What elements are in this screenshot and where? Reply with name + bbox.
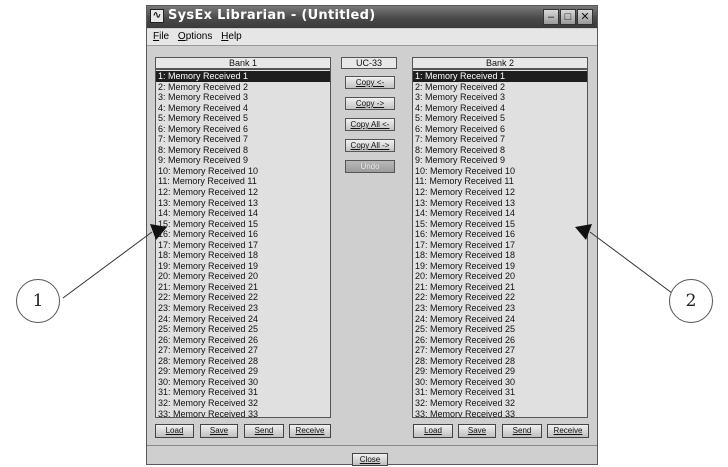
callout-2-arrowhead bbox=[575, 224, 592, 240]
callout-1: 1 bbox=[16, 279, 60, 323]
callout-2-leader bbox=[589, 231, 677, 297]
callout-1-leader bbox=[62, 231, 153, 299]
callout-1-arrowhead bbox=[150, 224, 167, 240]
callout-lines bbox=[62, 224, 677, 299]
callout-2: 2 bbox=[669, 279, 713, 323]
